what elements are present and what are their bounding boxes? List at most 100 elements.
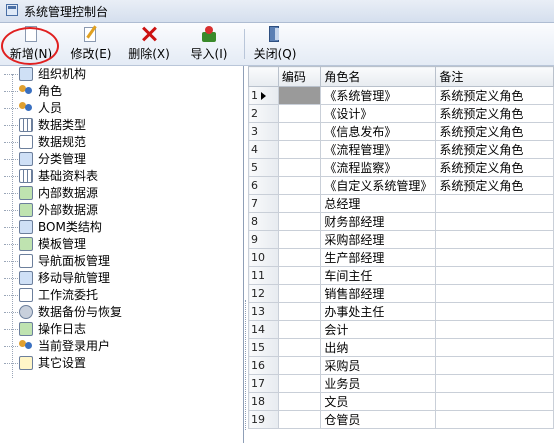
delete-button[interactable]: 删除(X) — [124, 25, 174, 63]
table-row[interactable]: 11 车间主任 — [248, 266, 554, 285]
table-row[interactable]: 4 《流程管理》 系统预定义角色 — [248, 140, 554, 159]
new-button[interactable]: 新增(N) — [6, 25, 56, 63]
row-number-cell[interactable]: 11 — [248, 266, 279, 285]
role-name-cell[interactable]: 《流程监察》 — [320, 158, 437, 177]
role-name-cell[interactable]: 车间主任 — [320, 266, 437, 285]
role-name-cell[interactable]: 财务部经理 — [320, 212, 437, 231]
row-number-cell[interactable]: 10 — [248, 248, 279, 267]
row-number-cell[interactable]: 19 — [248, 410, 279, 429]
code-cell[interactable] — [277, 230, 322, 249]
role-name-cell[interactable]: 《信息发布》 — [320, 122, 437, 141]
column-header-note[interactable]: 备注 — [435, 66, 554, 87]
row-number-cell[interactable]: 9 — [248, 230, 279, 249]
row-number-cell[interactable]: 13 — [248, 302, 279, 321]
role-name-cell[interactable]: 文员 — [320, 392, 437, 411]
row-number-cell[interactable]: 8 — [248, 212, 279, 231]
code-cell[interactable] — [277, 338, 322, 357]
row-number-cell[interactable]: 18 — [248, 392, 279, 411]
code-cell[interactable] — [277, 104, 322, 123]
table-row[interactable]: 13 办事处主任 — [248, 302, 554, 321]
code-cell[interactable] — [277, 140, 322, 159]
note-cell[interactable]: 系统预定义角色 — [435, 86, 554, 105]
row-number-cell[interactable]: 4 — [248, 140, 279, 159]
note-cell[interactable] — [435, 320, 554, 339]
role-name-cell[interactable]: 《系统管理》 — [320, 86, 437, 105]
row-number-cell[interactable]: 1 — [248, 86, 279, 105]
table-row[interactable]: 2 《设计》 系统预定义角色 — [248, 104, 554, 123]
row-number-cell[interactable]: 5 — [248, 158, 279, 177]
code-cell[interactable] — [277, 374, 322, 393]
role-name-cell[interactable]: 仓管员 — [320, 410, 437, 429]
row-number-cell[interactable]: 7 — [248, 194, 279, 213]
code-cell[interactable] — [277, 122, 322, 141]
code-cell[interactable] — [277, 194, 322, 213]
role-name-cell[interactable]: 《流程管理》 — [320, 140, 437, 159]
column-header-code[interactable]: 编码 — [277, 66, 322, 87]
code-cell[interactable] — [277, 410, 322, 429]
role-name-cell[interactable]: 生产部经理 — [320, 248, 437, 267]
row-number-cell[interactable]: 12 — [248, 284, 279, 303]
row-number-cell[interactable]: 17 — [248, 374, 279, 393]
note-cell[interactable]: 系统预定义角色 — [435, 122, 554, 141]
note-cell[interactable] — [435, 356, 554, 375]
table-row[interactable]: 7 总经理 — [248, 194, 554, 213]
code-cell[interactable] — [277, 320, 322, 339]
role-name-cell[interactable]: 《自定义系统管理》 — [320, 176, 437, 195]
code-cell[interactable] — [277, 356, 322, 375]
table-row[interactable]: 19 仓管员 — [248, 410, 554, 429]
row-number-cell[interactable]: 3 — [248, 122, 279, 141]
role-name-cell[interactable]: 总经理 — [320, 194, 437, 213]
note-cell[interactable]: 系统预定义角色 — [435, 140, 554, 159]
table-row[interactable]: 8 财务部经理 — [248, 212, 554, 231]
role-name-cell[interactable]: 会计 — [320, 320, 437, 339]
code-cell[interactable] — [277, 302, 322, 321]
table-row[interactable]: 16 采购员 — [248, 356, 554, 375]
note-cell[interactable] — [435, 392, 554, 411]
code-cell[interactable] — [277, 212, 322, 231]
note-cell[interactable] — [435, 374, 554, 393]
table-row[interactable]: 18 文员 — [248, 392, 554, 411]
code-cell[interactable] — [277, 176, 322, 195]
code-cell[interactable] — [277, 284, 322, 303]
column-header-role-name[interactable]: 角色名 — [320, 66, 437, 87]
role-name-cell[interactable]: 采购员 — [320, 356, 437, 375]
note-cell[interactable] — [435, 212, 554, 231]
table-row[interactable]: 5 《流程监察》 系统预定义角色 — [248, 158, 554, 177]
table-row[interactable]: 10 生产部经理 — [248, 248, 554, 267]
role-name-cell[interactable]: 办事处主任 — [320, 302, 437, 321]
role-name-cell[interactable]: 销售部经理 — [320, 284, 437, 303]
row-number-cell[interactable]: 16 — [248, 356, 279, 375]
row-number-cell[interactable]: 14 — [248, 320, 279, 339]
note-cell[interactable]: 系统预定义角色 — [435, 104, 554, 123]
role-name-cell[interactable]: 采购部经理 — [320, 230, 437, 249]
table-row[interactable]: 3 《信息发布》 系统预定义角色 — [248, 122, 554, 141]
row-number-cell[interactable]: 6 — [248, 176, 279, 195]
code-cell[interactable] — [277, 248, 322, 267]
note-cell[interactable] — [435, 194, 554, 213]
role-name-cell[interactable]: 《设计》 — [320, 104, 437, 123]
code-cell[interactable] — [277, 392, 322, 411]
edit-button[interactable]: 修改(E) — [66, 25, 116, 63]
role-name-cell[interactable]: 出纳 — [320, 338, 437, 357]
code-cell[interactable] — [277, 86, 322, 105]
role-name-cell[interactable]: 业务员 — [320, 374, 437, 393]
table-row[interactable]: 17 业务员 — [248, 374, 554, 393]
note-cell[interactable] — [435, 338, 554, 357]
row-number-cell[interactable]: 2 — [248, 104, 279, 123]
note-cell[interactable] — [435, 410, 554, 429]
code-cell[interactable] — [277, 158, 322, 177]
table-row[interactable]: 14 会计 — [248, 320, 554, 339]
table-row[interactable]: 9 采购部经理 — [248, 230, 554, 249]
note-cell[interactable]: 系统预定义角色 — [435, 176, 554, 195]
table-row[interactable]: 1 《系统管理》 系统预定义角色 — [248, 86, 554, 105]
note-cell[interactable] — [435, 266, 554, 285]
row-number-cell[interactable]: 15 — [248, 338, 279, 357]
table-row[interactable]: 12 销售部经理 — [248, 284, 554, 303]
close-button[interactable]: 关闭(Q) — [250, 25, 300, 63]
note-cell[interactable] — [435, 230, 554, 249]
code-cell[interactable] — [277, 266, 322, 285]
note-cell[interactable] — [435, 302, 554, 321]
note-cell[interactable] — [435, 284, 554, 303]
table-row[interactable]: 6 《自定义系统管理》 系统预定义角色 — [248, 176, 554, 195]
table-row[interactable]: 15 出纳 — [248, 338, 554, 357]
